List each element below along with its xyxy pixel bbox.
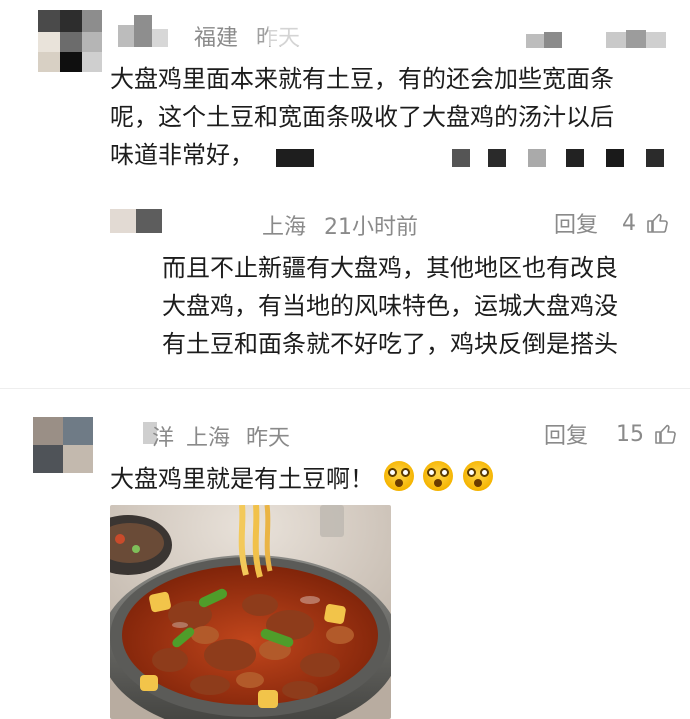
reply-body-line: 而且不止新疆有大盘鸡，其他地区也有改良 bbox=[162, 254, 618, 282]
reply-actions: 回复 4 bbox=[554, 207, 670, 239]
reply-1: 上海 21小时前 回复 4 而且不止新疆有大盘鸡，其他地区也有改良 大盘鸡，有当… bbox=[0, 195, 690, 375]
comment-body-line: 呢，这个土豆和宽面条吸收了大盘鸡的汤汁以后 bbox=[110, 103, 614, 131]
comment-body-line: 大盘鸡里就是有土豆啊！ bbox=[110, 465, 374, 493]
comment-username-partial: 洋 bbox=[152, 426, 175, 451]
actions-redacted bbox=[526, 30, 666, 52]
astonished-face-emoji-icon bbox=[462, 461, 493, 491]
text-redacted bbox=[276, 147, 666, 169]
comment-body-line: 大盘鸡里面本来就有土豆，有的还会加些宽面条 bbox=[110, 65, 614, 93]
reply-body-line: 有土豆和面条就不好吃了，鸡块反倒是搭头 bbox=[162, 330, 618, 358]
comment-1: 福建 昨天 大盘鸡里面本来就有土豆，有的还会加些宽面条 呢，这个土豆和宽面条吸收… bbox=[0, 0, 690, 195]
divider bbox=[0, 388, 690, 389]
astonished-face-emoji-icon bbox=[423, 461, 454, 491]
reply-button[interactable]: 回复 bbox=[544, 418, 588, 450]
time-redacted bbox=[268, 24, 302, 46]
avatar[interactable] bbox=[110, 209, 162, 233]
reply-body: 而且不止新疆有大盘鸡，其他地区也有改良 大盘鸡，有当地的风味特色，运城大盘鸡没 … bbox=[162, 249, 682, 363]
reply-location: 上海 bbox=[262, 215, 307, 240]
comment-location: 福建 bbox=[194, 26, 239, 51]
like-count: 15 bbox=[616, 421, 645, 447]
reply-body-line: 大盘鸡，有当地的风味特色，运城大盘鸡没 bbox=[162, 292, 618, 320]
astonished-face-emoji-icon bbox=[383, 461, 414, 491]
avatar[interactable] bbox=[38, 10, 102, 72]
comment-time: 昨天 bbox=[246, 426, 291, 451]
comment-actions: 回复 15 bbox=[544, 418, 678, 450]
like-count: 4 bbox=[622, 210, 637, 236]
reply-button[interactable]: 回复 bbox=[554, 207, 598, 239]
username-redacted[interactable] bbox=[118, 15, 174, 49]
reply-time: 21小时前 bbox=[324, 215, 418, 240]
comment-body: 大盘鸡里就是有土豆啊！ bbox=[110, 460, 670, 498]
thumbs-up-icon[interactable] bbox=[654, 422, 678, 446]
thumbs-up-icon[interactable] bbox=[646, 211, 670, 235]
comment-location: 上海 bbox=[186, 426, 231, 451]
avatar[interactable] bbox=[33, 417, 93, 473]
comment-body-line: 味道非常好， bbox=[110, 141, 254, 169]
dapanji-photo[interactable] bbox=[110, 505, 391, 719]
